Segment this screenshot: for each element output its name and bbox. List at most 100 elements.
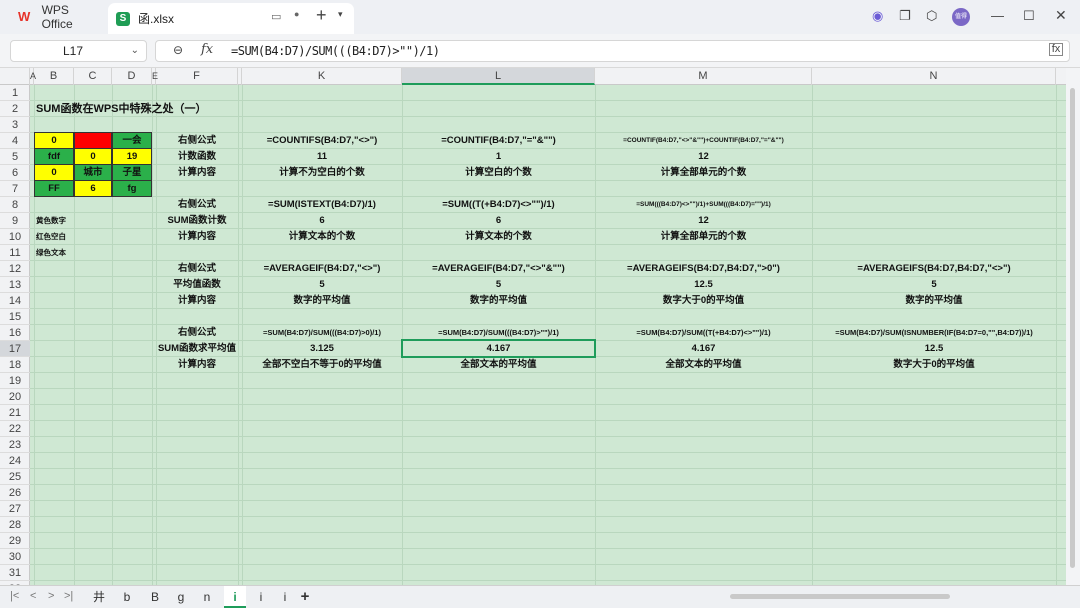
sheet-tab-5[interactable]: i [224, 586, 246, 608]
row-header-17[interactable]: 17 [0, 341, 30, 357]
row-label[interactable]: 计数函数 [156, 149, 238, 165]
row-label[interactable]: 计算内容 [156, 165, 238, 181]
data-cell[interactable] [74, 133, 112, 149]
formula-cell[interactable]: =SUM(B4:D7)/SUM(ISNUMBER(IF(B4:D7=0,"",B… [812, 325, 1056, 341]
description-cell[interactable]: 数字大于0的平均值 [812, 357, 1056, 373]
row-label[interactable]: 右侧公式 [156, 133, 238, 149]
description-cell[interactable]: 计算空白的个数 [402, 165, 595, 181]
row-header-1[interactable]: 1 [0, 85, 30, 101]
row-label[interactable]: SUM函数求平均值 [156, 341, 238, 357]
data-cell[interactable]: 城市 [74, 165, 112, 181]
row-header-23[interactable]: 23 [0, 437, 30, 453]
data-cell[interactable]: 0 [34, 133, 74, 149]
legend-label[interactable]: 黄色数字 [34, 213, 114, 229]
value-cell[interactable]: 5 [812, 277, 1056, 293]
row-header-21[interactable]: 21 [0, 405, 30, 421]
formula-cell[interactable]: =SUM(B4:D7)/SUM((T(+B4:D7)<>"")/1) [595, 325, 812, 341]
new-tab-button[interactable]: + [316, 5, 327, 26]
formula-cell[interactable]: =AVERAGEIFS(B4:D7,B4:D7,">0") [595, 261, 812, 277]
select-all-corner[interactable] [0, 68, 30, 85]
col-header-m[interactable]: M [595, 68, 812, 85]
value-cell[interactable]: 12 [595, 149, 812, 165]
cube-icon[interactable]: ⬡ [926, 8, 937, 24]
description-cell[interactable] [812, 165, 1056, 181]
row-header-8[interactable]: 8 [0, 197, 30, 213]
row-header-16[interactable]: 16 [0, 325, 30, 341]
row-label[interactable]: 平均值函数 [156, 277, 238, 293]
sheet-grid[interactable]: SUM函数在WPS中特殊之处（一） 0 一会 fdf 0 19 0 城市 子星 FF 6 fg 黄色数字… [30, 85, 1066, 585]
description-cell[interactable]: 数字的平均值 [812, 293, 1056, 309]
row-label[interactable]: 计算内容 [156, 229, 238, 245]
value-cell[interactable]: 6 [402, 213, 595, 229]
value-cell[interactable]: 12 [595, 213, 812, 229]
value-cell[interactable] [812, 149, 1056, 165]
expand-formula-icon[interactable]: fx [1049, 43, 1063, 56]
row-header-20[interactable]: 20 [0, 389, 30, 405]
description-cell[interactable]: 计算全部单元的个数 [595, 229, 812, 245]
row-header-29[interactable]: 29 [0, 533, 30, 549]
col-header-b[interactable]: B [34, 68, 74, 85]
selected-cell-l17[interactable] [401, 339, 596, 358]
chevron-down-icon[interactable]: ▾ [338, 9, 343, 20]
dot-icon[interactable]: ● [294, 9, 299, 19]
data-cell[interactable]: 19 [112, 149, 152, 165]
formula-input[interactable]: ⊖ fx =SUM(B4:D7)/SUM(((B4:D7)>"")/1) fx [155, 40, 1070, 62]
description-cell[interactable]: 计算文本的个数 [242, 229, 402, 245]
col-header-d[interactable]: D [112, 68, 152, 85]
formula-cell[interactable]: =AVERAGEIF(B4:D7,"<>") [242, 261, 402, 277]
next-sheet-icon[interactable]: > [48, 590, 54, 602]
value-cell[interactable]: 5 [402, 277, 595, 293]
sheet-tab-4[interactable]: n [196, 586, 218, 608]
add-sheet-button[interactable]: + [296, 586, 314, 608]
close-icon[interactable]: ✕ [1055, 7, 1067, 24]
row-label[interactable]: 右侧公式 [156, 261, 238, 277]
description-cell[interactable]: 全部不空白不等于0的平均值 [242, 357, 402, 373]
value-cell[interactable]: 3.125 [242, 341, 402, 357]
row-header-24[interactable]: 24 [0, 453, 30, 469]
row-header-3[interactable]: 3 [0, 117, 30, 133]
row-header-5[interactable]: 5 [0, 149, 30, 165]
data-cell[interactable]: fg [112, 181, 152, 197]
vertical-scroll-thumb[interactable] [1070, 88, 1075, 568]
avatar[interactable]: 值得 [952, 8, 970, 26]
description-cell[interactable]: 数字大于0的平均值 [595, 293, 812, 309]
function-icon[interactable]: fx [201, 42, 213, 57]
zoom-icon[interactable]: ⊖ [173, 43, 183, 57]
formula-cell[interactable]: =AVERAGEIF(B4:D7,"<>"&"") [402, 261, 595, 277]
window-restore-icon[interactable]: ❐ [899, 8, 911, 24]
data-cell[interactable]: 0 [74, 149, 112, 165]
sheet-tab-3[interactable]: g [170, 586, 192, 608]
sheet-tab-0[interactable]: 井 [88, 586, 110, 608]
description-cell[interactable]: 计算不为空白的个数 [242, 165, 402, 181]
data-cell[interactable]: FF [34, 181, 74, 197]
row-header-13[interactable]: 13 [0, 277, 30, 293]
horizontal-scroll-thumb[interactable] [730, 594, 950, 599]
formula-cell[interactable] [812, 133, 1056, 149]
row-header-4[interactable]: 4 [0, 133, 30, 149]
prev-sheet-icon[interactable]: < [30, 590, 36, 602]
row-label[interactable]: 计算内容 [156, 357, 238, 373]
row-header-12[interactable]: 12 [0, 261, 30, 277]
sheet-tab-2[interactable]: B [144, 586, 166, 608]
row-header-31[interactable]: 31 [0, 565, 30, 581]
chevron-down-icon[interactable]: ⌄ [131, 41, 139, 61]
col-header-k[interactable]: K [242, 68, 402, 85]
formula-cell[interactable]: =SUM((T(+B4:D7)<>"")/1) [402, 197, 595, 213]
data-cell[interactable]: 一会 [112, 133, 152, 149]
value-cell[interactable]: 5 [242, 277, 402, 293]
formula-cell[interactable]: =COUNTIFS(B4:D7,"<>") [242, 133, 402, 149]
description-cell[interactable]: 计算全部单元的个数 [595, 165, 812, 181]
row-header-2[interactable]: 2 [0, 101, 30, 117]
row-header-14[interactable]: 14 [0, 293, 30, 309]
col-header-f[interactable]: F [156, 68, 238, 85]
sheet-tab-7[interactable]: i [274, 586, 296, 608]
col-header-n[interactable]: N [812, 68, 1056, 85]
value-cell[interactable]: 12.5 [812, 341, 1056, 357]
value-cell[interactable] [812, 213, 1056, 229]
formula-cell[interactable]: =COUNTIF(B4:D7,"="&"") [402, 133, 595, 149]
tab-wps-office[interactable]: W WPS Office [10, 3, 102, 31]
description-cell[interactable]: 计算文本的个数 [402, 229, 595, 245]
legend-label[interactable]: 绿色文本 [34, 245, 114, 261]
row-header-22[interactable]: 22 [0, 421, 30, 437]
row-header-19[interactable]: 19 [0, 373, 30, 389]
